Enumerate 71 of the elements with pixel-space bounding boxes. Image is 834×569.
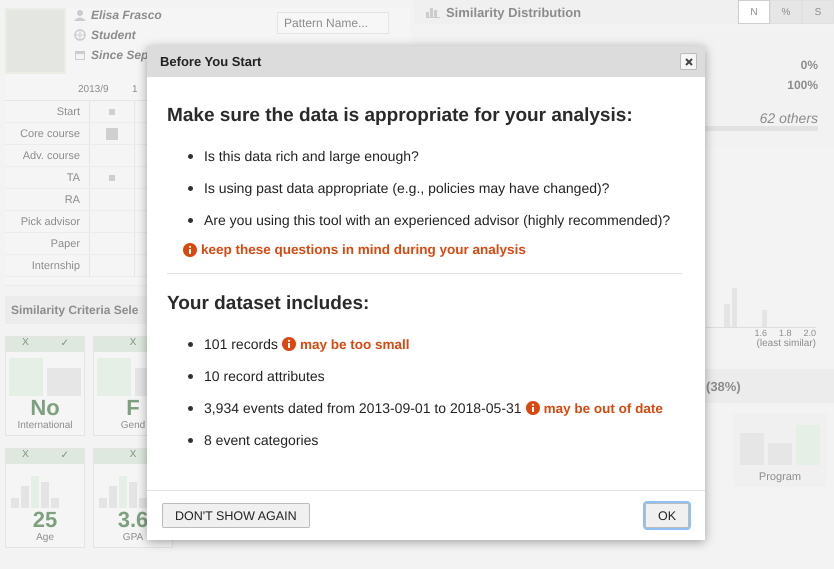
- bullet-icon: [188, 374, 193, 378]
- person-icon: [74, 9, 86, 21]
- criteria-value: 3.6: [118, 508, 148, 532]
- profile-text: Student: [91, 28, 136, 42]
- list-item: Are you using this tool with an experienced advisor (highly recommended)?: [204, 212, 670, 228]
- group-title: (38%): [706, 378, 741, 394]
- warning-text: may be out of date: [544, 400, 663, 416]
- pattern-name-field[interactable]: Pattern Name...: [277, 12, 389, 34]
- toggle-button[interactable]: %: [770, 0, 802, 24]
- criteria-card[interactable]: X ✓ 25 Age: [5, 448, 85, 548]
- dialog-heading: Make sure the data is appropriate for your analysis:: [167, 104, 634, 128]
- dialog-button[interactable]: DON'T SHOW AGAIN: [162, 503, 310, 528]
- warning-text: keep these questions in mind during your analysis: [201, 242, 526, 257]
- calendar-icon: [74, 49, 86, 61]
- percentage-label: 100%: [787, 78, 818, 92]
- list-item: 8 event categories: [204, 432, 318, 448]
- toggle-button[interactable]: X: [6, 449, 45, 464]
- info-icon: [183, 242, 197, 256]
- toggle-button[interactable]: ✓: [45, 449, 84, 464]
- list-item: Is this data rich and large enough?: [204, 148, 419, 164]
- profile-text: Since Sep: [91, 48, 148, 62]
- globe-icon: [74, 29, 86, 41]
- list-item: Is using past data appropriate (e.g., policies may have changed)?: [204, 180, 610, 196]
- bullet-icon: [188, 438, 193, 442]
- toggle-button[interactable]: N: [738, 0, 770, 24]
- row-label: TA: [66, 172, 81, 184]
- info-icon: [282, 337, 296, 351]
- dialog-title: Before You Start: [160, 54, 262, 69]
- axis-label: 2013/9: [78, 84, 110, 94]
- list-item: 10 record attributes: [204, 368, 325, 384]
- info-icon: [526, 401, 540, 415]
- percentage-label: 0%: [800, 58, 818, 72]
- dialog-button[interactable]: OK: [645, 503, 689, 528]
- bullet-icon: [188, 342, 193, 346]
- criteria-card[interactable]: X ✓ No International: [5, 336, 85, 436]
- axis-label: 1.8: [778, 328, 792, 338]
- row-label: Start: [56, 106, 81, 118]
- axis-label: 1.6: [754, 328, 767, 338]
- row-label: Adv. course: [22, 150, 81, 162]
- criteria-label: GPA: [122, 532, 144, 543]
- criteria-label: Age: [36, 532, 54, 543]
- axis-label: 2.0: [803, 328, 816, 338]
- criteria-value: No: [30, 396, 60, 420]
- row-label: Paper: [50, 238, 81, 250]
- close-icon: [684, 58, 692, 66]
- axis-label: 1: [132, 84, 138, 94]
- criteria-label: International: [17, 420, 73, 431]
- profile-text: Elisa Frasco: [91, 8, 162, 22]
- warning-text: may be too small: [300, 336, 410, 352]
- toggle-button[interactable]: X: [6, 337, 45, 352]
- axis-title: (least similar): [756, 338, 816, 349]
- row-label: RA: [64, 194, 81, 206]
- panel-title: Similarity Distribution: [446, 4, 582, 20]
- attribute-label: Program: [758, 471, 802, 483]
- toggle-button[interactable]: ✓: [45, 337, 84, 352]
- toggle-button[interactable]: S: [802, 0, 834, 24]
- row-label: Internship: [30, 260, 81, 272]
- criteria-label: Gend: [120, 420, 146, 431]
- bullet-icon: [188, 218, 193, 222]
- list-item: 3,934 events dated from 2013-09-01 to 2018-05-31: [204, 400, 522, 416]
- bullet-icon: [188, 406, 193, 410]
- row-label: Pick advisor: [20, 216, 81, 228]
- others-label: 62 others: [760, 110, 818, 126]
- row-label: Core course: [19, 128, 81, 140]
- bullet-icon: [188, 186, 193, 190]
- close-button[interactable]: [680, 53, 697, 70]
- criteria-value: 25: [32, 508, 58, 532]
- criteria-value: F: [126, 396, 140, 420]
- bullet-icon: [188, 154, 193, 158]
- bar-chart-icon: [426, 6, 440, 18]
- list-item: 101 records: [204, 336, 278, 352]
